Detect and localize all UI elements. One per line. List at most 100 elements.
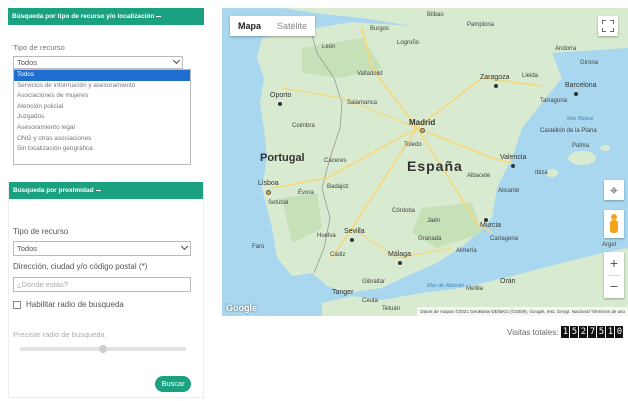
dropdown-option[interactable]: Servicios de información y asesoramiento <box>14 81 190 92</box>
map-attribution[interactable]: Datos de mapas ©2021 GeoBasis-DE/BKG (©2… <box>417 307 628 316</box>
resource-type-dropdown[interactable]: Todos Servicios de información y asesora… <box>13 69 191 165</box>
proximity-type-select[interactable]: Todos <box>13 241 191 256</box>
radius-checkbox[interactable] <box>13 300 21 309</box>
dropdown-option[interactable]: Sin localización geográfica <box>14 144 190 155</box>
collapse-icon <box>95 189 101 192</box>
city-label: Coimbra <box>292 123 315 129</box>
map-type-toggle[interactable]: Mapa Satélite <box>230 16 316 36</box>
proximity-type-label: Tipo de recurso <box>13 227 69 236</box>
city-label: Córdoba <box>392 208 416 214</box>
resource-type-select[interactable]: Todos <box>13 56 183 69</box>
dropdown-option[interactable]: Juzgados <box>14 112 190 123</box>
search-button[interactable]: Buscar <box>155 376 191 392</box>
city-label: Faro <box>252 244 265 250</box>
city-label: Albacete <box>467 173 491 179</box>
city-label: Palma <box>572 143 590 149</box>
dropdown-option[interactable]: Asesoramiento legal <box>14 123 190 134</box>
chevron-down-icon <box>180 242 189 251</box>
city-label: Huelva <box>317 233 336 239</box>
country-label: España <box>407 158 463 174</box>
city-label: Valencia <box>500 154 527 161</box>
visit-counter-label: Visitas totales: <box>507 327 559 337</box>
city-label: Melilla <box>466 286 484 292</box>
zoom-controls: + − <box>604 252 624 298</box>
slider-handle[interactable] <box>99 345 107 353</box>
city-label: Gibraltar <box>362 279 386 285</box>
address-label: Dirección, ciudad y/o código postal (*) <box>13 262 148 271</box>
city-label: Málaga <box>388 251 411 258</box>
radius-checkbox-label: Habilitar radio de busqueda <box>26 300 124 309</box>
map-view[interactable]: Mapa Satélite Bilbao Pamplona Burgos Leó… <box>222 8 628 316</box>
city-label: Cáceres <box>324 158 347 164</box>
city-label: Ibiza <box>535 170 548 176</box>
city-label: Madrid <box>409 118 436 127</box>
sea-label: Mar de Alborán <box>427 283 465 289</box>
address-input[interactable]: ¿Donde estás? <box>13 277 191 292</box>
city-label: Ceuta <box>362 298 379 304</box>
city-label: Argel <box>602 242 617 248</box>
country-label: Portugal <box>260 152 305 164</box>
city-label: Alicante <box>498 188 520 194</box>
city-label: Cartagena <box>490 236 519 242</box>
counter-digit: 5 <box>597 326 606 338</box>
city-label: Badajoz <box>327 184 349 190</box>
city-label: Logroño <box>397 40 420 46</box>
city-label: Setúbal <box>268 200 289 206</box>
dropdown-option[interactable]: ONG y otras asociaciones <box>14 134 190 145</box>
zoom-out-button[interactable]: − <box>604 275 624 298</box>
counter-digit: 1 <box>606 326 615 338</box>
city-label: Tetuán <box>382 306 401 312</box>
city-label: Pamplona <box>467 22 495 28</box>
city-label: Lleida <box>522 73 539 79</box>
city-label: Tarragona <box>540 98 568 104</box>
city-label: Bilbao <box>427 12 444 18</box>
city-label: Toledo <box>404 142 422 148</box>
city-label: Granada <box>418 236 442 242</box>
street-view-pegman[interactable] <box>604 210 624 238</box>
city-label: Murcia <box>480 222 502 229</box>
city-label: Tanger <box>332 289 354 296</box>
city-label: Zaragoza <box>480 74 510 81</box>
counter-digit: 0 <box>615 326 624 338</box>
city-label: Almería <box>456 248 477 254</box>
map-type-satellite[interactable]: Satélite <box>269 16 315 36</box>
visit-counter: Visitas totales: 1 5 2 7 5 1 0 <box>507 326 624 338</box>
map-type-map[interactable]: Mapa <box>230 16 269 36</box>
city-label: Sevilla <box>344 228 365 235</box>
fullscreen-icon <box>602 20 606 24</box>
city-label: Girona <box>580 60 599 66</box>
city-label: Valladolid <box>357 71 383 77</box>
city-label: Salamanca <box>347 100 378 106</box>
radius-slider[interactable] <box>20 345 186 353</box>
zoom-in-button[interactable]: + <box>604 252 624 275</box>
city-label: Orán <box>500 278 516 285</box>
fullscreen-button[interactable] <box>598 16 618 36</box>
dropdown-option[interactable]: Todos <box>14 70 190 81</box>
resource-search-header[interactable]: Búsqueda por tipo de recurso y/o localiz… <box>8 8 204 25</box>
city-label: Jaén <box>427 218 441 224</box>
google-logo: Google <box>226 303 257 313</box>
city-label: Cádiz <box>330 252 346 258</box>
counter-digit: 7 <box>588 326 597 338</box>
proximity-search-header[interactable]: Búsqueda por proximidad <box>9 182 203 199</box>
sea-label: Mar Balear <box>567 116 594 122</box>
city-label: Burgos <box>370 26 390 32</box>
locate-button[interactable]: ⌖ <box>604 180 624 200</box>
dropdown-option[interactable]: Asociaciones de mujeres <box>14 91 190 102</box>
city-label: Andorra <box>555 46 577 52</box>
city-label: Castellón de la Plana <box>540 128 597 134</box>
counter-digit: 1 <box>561 326 570 338</box>
radius-slider-label: Precisar radio de busqueda <box>13 330 105 339</box>
counter-digit: 2 <box>579 326 588 338</box>
city-label: Évora <box>298 190 314 196</box>
city-label: Oporto <box>270 92 292 99</box>
city-label: Lisboa <box>258 180 279 187</box>
resource-type-label: Tipo de recurso <box>13 43 65 52</box>
dropdown-option[interactable]: Atención policial <box>14 102 190 113</box>
city-label: Barcelona <box>565 82 597 89</box>
chevron-down-icon <box>172 56 181 65</box>
collapse-icon <box>156 15 162 18</box>
radius-checkbox-row[interactable]: Habilitar radio de busqueda <box>13 300 124 309</box>
city-label: León <box>322 44 336 50</box>
counter-digit: 5 <box>570 326 579 338</box>
